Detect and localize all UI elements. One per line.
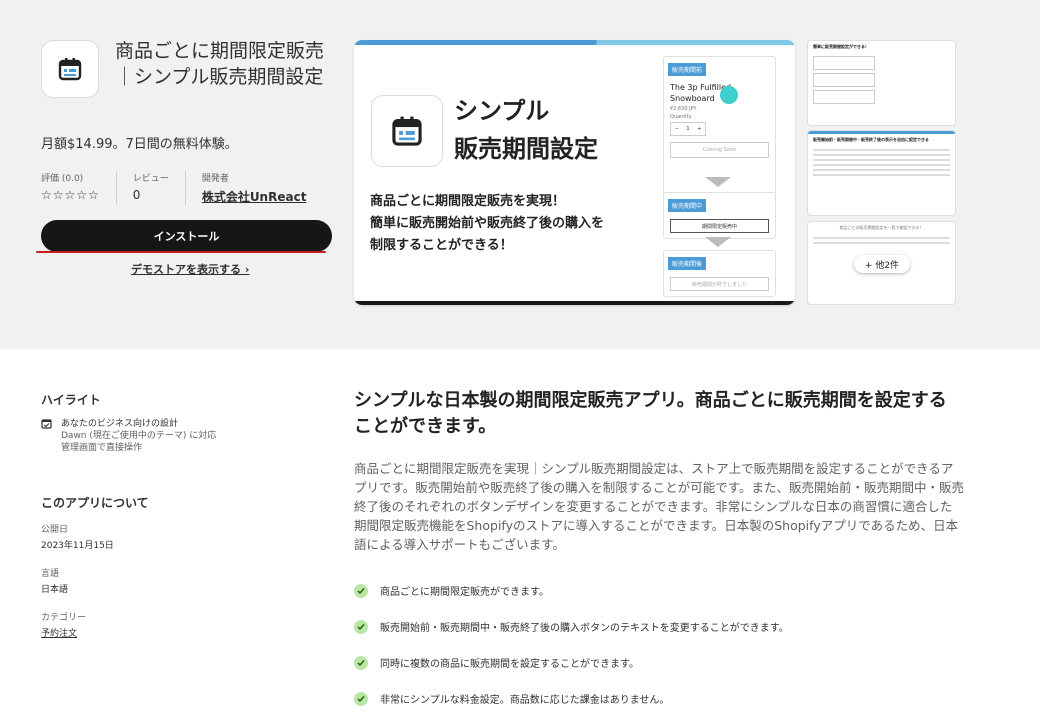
quantity-label: Quantity: [670, 114, 692, 120]
screenshot-thumbnail-2[interactable]: 販売開始前・販売期間中・販売終了後の表示を自由に設定できる: [807, 130, 956, 216]
published-meta: 公開日 2023年11月15日: [41, 522, 114, 551]
during-sale-tag: 販売期間中: [668, 199, 707, 212]
reviews-stat[interactable]: レビュー 0: [133, 171, 186, 205]
quantity-value: 1: [686, 126, 690, 132]
thumbnail-line: [813, 154, 950, 156]
about-heading: このアプリについて: [41, 496, 149, 510]
highlight-title: あなたのビジネス向けの設計: [61, 419, 179, 429]
demo-store-link[interactable]: デモストアを表示する ›: [131, 261, 249, 277]
thumbnail-line: [813, 237, 950, 239]
calendar-icon: [371, 95, 443, 167]
published-value: 2023年11月15日: [41, 541, 114, 551]
down-arrow-icon: [705, 177, 731, 187]
thumbnail-title: 販売開始前・販売期間中・販売終了後の表示を自由に設定できる: [813, 137, 929, 142]
thumbnail-title: 商品ごとの販売期間設定を一覧で確認できる！: [839, 225, 924, 230]
app-stats: 評価 (0.0) ☆☆☆☆☆ レビュー 0 開発者 株式会社UnReact: [41, 171, 338, 205]
hero-screenshot[interactable]: シンプル 販売期間設定 商品ごとに期間限定販売を実現！ 簡単に販売開始前や販売終…: [354, 40, 795, 305]
category-meta: カテゴリー 予約注文: [41, 610, 86, 639]
thumbnail-box: [813, 73, 875, 87]
category-link[interactable]: 予約注文: [41, 626, 86, 639]
reviews-label: レビュー: [132, 174, 169, 184]
highlight-sub-2: 管理画面で直接操作: [61, 443, 143, 453]
highlights-section: ハイライト: [41, 391, 101, 408]
screenshot-thumbnail-3[interactable]: 商品ごとの販売期間設定を一覧で確認できる！ + 他2件: [807, 221, 956, 305]
after-sale-button: 販売期間が終了しました: [670, 277, 769, 291]
install-button[interactable]: インストール: [41, 220, 332, 252]
feature-text: 商品ごとに期間限定販売ができます。: [380, 587, 549, 598]
description-text: 商品ごとに期間限定販売を実現｜シンプル販売期間設定は、ストア上で販売期間を設定す…: [354, 461, 965, 552]
thumbnail-line: [813, 149, 950, 151]
highlight-sub-1: Dawn (現在ご使用中のテーマ) に対応: [61, 431, 217, 441]
hero-bottom-bar: [354, 301, 795, 305]
hero-heading-line1: シンプル: [454, 97, 550, 125]
after-sale-panel: 販売期間後 販売期間が終了しました: [663, 250, 776, 297]
thumbnail-line: [813, 164, 950, 166]
product-price: ¥2,630 JPY: [670, 106, 697, 112]
language-label: 言語: [41, 569, 60, 579]
more-screenshots-button[interactable]: + 他2件: [854, 255, 910, 273]
before-sale-tag: 販売期間前: [668, 63, 707, 76]
thumbnail-line: [813, 174, 950, 176]
hero-text-line2: 簡単に販売開始前や販売終了後の購入を: [370, 216, 605, 231]
calendar-icon: [41, 40, 99, 98]
developer-link[interactable]: 株式会社UnReact: [202, 188, 307, 205]
hero-heading: シンプル 販売期間設定: [454, 92, 598, 168]
check-icon: [354, 619, 368, 634]
feature-item: 商品ごとに期間限定販売ができます。: [354, 583, 549, 598]
thumbnail-line: [813, 242, 950, 244]
decorative-circle: [720, 86, 738, 104]
pricing-text: 月額$14.99。7日間の無料体験。: [41, 137, 238, 152]
during-sale-panel: 販売期間中 期間限定販売中: [663, 192, 776, 239]
check-icon: [354, 655, 368, 670]
during-sale-button: 期間限定販売中: [670, 219, 769, 233]
description-heading: シンプルな日本製の期間限定販売アプリ。商品ごとに販売期間を設定することができます…: [354, 390, 947, 437]
rating-label: 評価 (0.0): [41, 174, 84, 184]
developer-stat: 開発者 株式会社UnReact: [202, 171, 323, 205]
hero-text-line1: 商品ごとに期間限定販売を実現！: [370, 194, 566, 209]
feature-item: 非常にシンプルな料金設定。商品数に応じた課金はありません。: [354, 691, 669, 706]
coming-soon-button: Coming Soon: [670, 142, 769, 158]
check-icon: [354, 691, 368, 706]
highlights-heading: ハイライト: [41, 393, 101, 407]
feature-text: 非常にシンプルな料金設定。商品数に応じた課金はありません。: [380, 695, 670, 706]
feature-item: 販売開始前・販売期間中・販売終了後の購入ボタンのテキストを変更することができます…: [354, 619, 789, 634]
developer-label: 開発者: [201, 174, 229, 184]
install-underline: [36, 251, 326, 253]
thumbnail-box: [813, 90, 875, 104]
category-label: カテゴリー: [41, 613, 87, 623]
rating-stars: ☆☆☆☆☆: [41, 188, 100, 202]
hero-text-line3: 制限することができる！: [370, 238, 513, 253]
calendar-check-icon: [41, 418, 52, 454]
thumbnail-line: [813, 159, 950, 161]
hero-text: 商品ごとに期間限定販売を実現！ 簡単に販売開始前や販売終了後の購入を 制限するこ…: [370, 191, 604, 257]
quantity-stepper: −1 +: [670, 122, 706, 136]
rating-stat: 評価 (0.0) ☆☆☆☆☆: [41, 171, 117, 205]
screenshot-thumbnail-1[interactable]: 簡単に販売期間設定ができる！: [807, 40, 956, 126]
thumbnail-line: [813, 169, 950, 171]
published-label: 公開日: [41, 525, 69, 535]
check-icon: [354, 583, 368, 598]
reviews-count: 0: [132, 188, 141, 202]
hero-heading-line2: 販売期間設定: [454, 135, 598, 163]
highlight-item: あなたのビジネス向けの設計 Dawn (現在ご使用中のテーマ) に対応 管理画面…: [41, 418, 216, 454]
language-value: 日本語: [41, 585, 69, 595]
feature-text: 同時に複数の商品に販売期間を設定することができます。: [380, 659, 639, 670]
before-sale-panel: 販売期間前 The 3p Fulfilled Snowboard ¥2,630 …: [663, 56, 776, 195]
thumbnail-title: 簡単に販売期間設定ができる！: [813, 44, 869, 49]
thumbnail-box: [813, 56, 875, 70]
language-meta: 言語 日本語: [41, 566, 68, 595]
feature-text: 販売開始前・販売期間中・販売終了後の購入ボタンのテキストを変更することができます…: [380, 623, 789, 634]
hero-top-bar: [354, 40, 795, 45]
app-title: 商品ごとに期間限定販売｜シンプル販売期間設定: [115, 40, 325, 88]
after-sale-tag: 販売期間後: [668, 257, 707, 270]
down-arrow-icon: [705, 237, 731, 247]
feature-item: 同時に複数の商品に販売期間を設定することができます。: [354, 655, 639, 670]
about-section: このアプリについて: [41, 494, 149, 511]
